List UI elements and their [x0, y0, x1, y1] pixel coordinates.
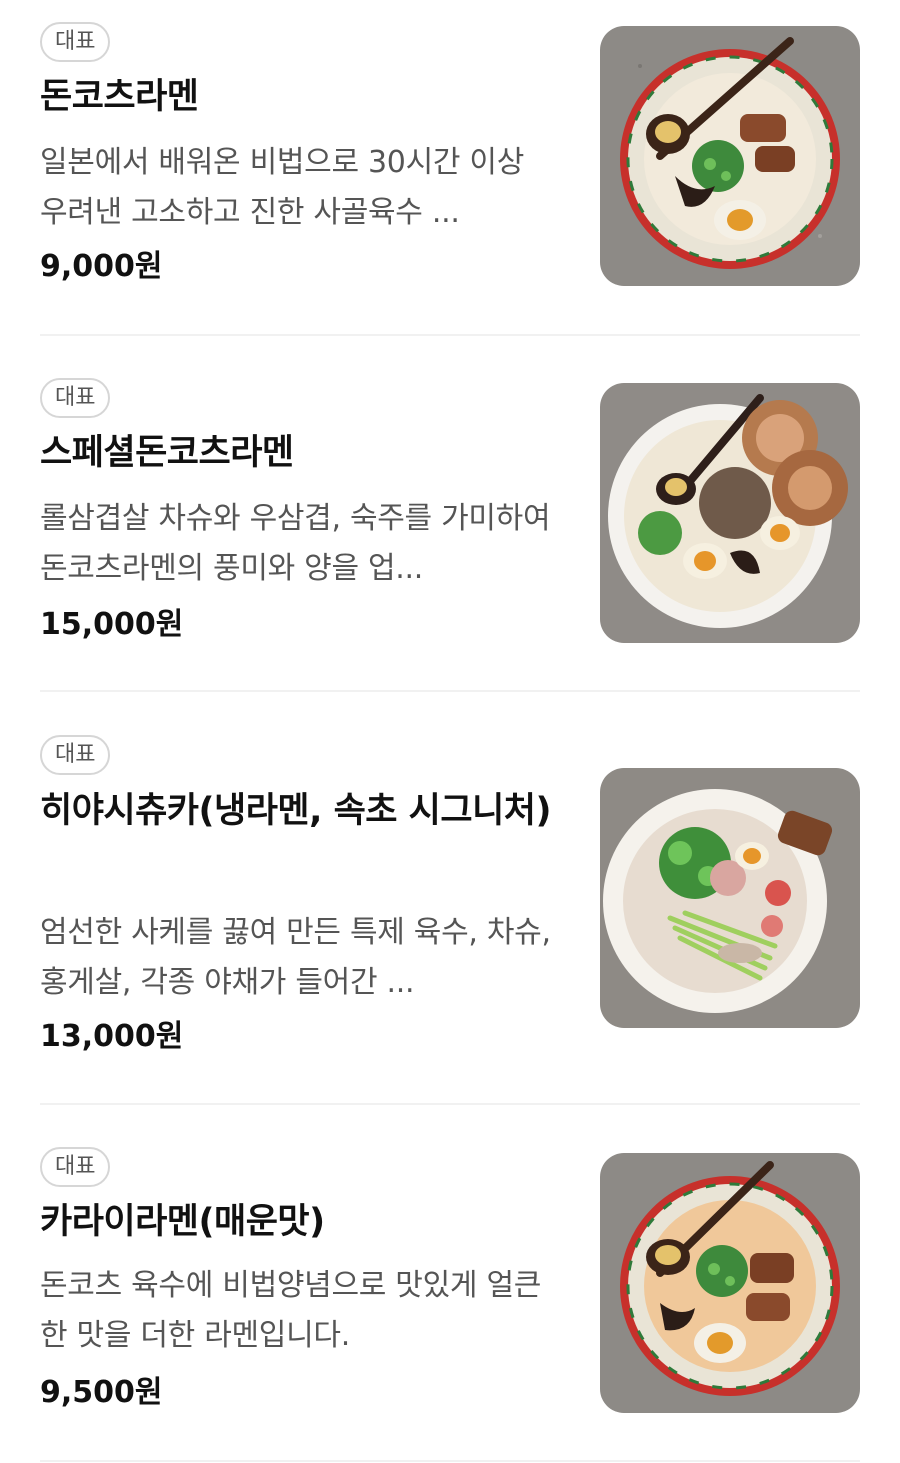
signature-badge: 대표 — [40, 22, 111, 62]
spicy-ramen-bowl-icon[interactable] — [600, 1153, 860, 1413]
special-ramen-bowl-icon[interactable] — [600, 383, 860, 643]
menu-item[interactable]: 대표 스페셜돈코츠라멘 롤삼겹살 차슈와 우삼겹, 숙주를 가미하여 돈코츠라멘… — [0, 378, 900, 678]
menu-item-name: 스페셜돈코츠라멘 — [40, 433, 294, 473]
signature-badge: 대표 — [40, 1147, 111, 1187]
cold-ramen-bowl-icon[interactable] — [600, 768, 860, 1028]
menu-item[interactable]: 대표 카라이라멘(매운맛) 돈코츠 육수에 비법양념으로 맛있게 얼큰한 맛을 … — [0, 1147, 900, 1447]
divider — [40, 334, 860, 336]
tonkotsu-ramen-bowl-icon[interactable] — [600, 26, 860, 286]
menu-item[interactable]: 대표 돈코츠라멘 일본에서 배워온 비법으로 30시간 이상 우려낸 고소하고 … — [0, 22, 900, 322]
menu-item-name: 카라이라멘(매운맛) — [40, 1202, 325, 1242]
menu-item-description: 롤삼겹살 차슈와 우삼겹, 숙주를 가미하여 돈코츠라멘의 풍미와 양을 업..… — [40, 501, 551, 586]
menu-item-price: 9,000원 — [40, 249, 163, 284]
menu-item-description: 엄선한 사케를 끓여 만든 특제 육수, 차슈, 홍게살, 각종 야채가 들어간… — [40, 915, 551, 1000]
divider — [40, 1103, 860, 1105]
menu-item-name: 히야시츄카(냉라멘, 속초 시그니처) — [40, 791, 551, 831]
menu-item-price: 13,000원 — [40, 1019, 184, 1054]
menu-item[interactable]: 대표 히야시츄카(냉라멘, 속초 시그니처) 엄선한 사케를 끓여 만든 특제 … — [0, 735, 900, 1075]
menu-item-description: 일본에서 배워온 비법으로 30시간 이상 우려낸 고소하고 진한 사골육수 .… — [40, 145, 525, 230]
menu-item-description: 돈코츠 육수에 비법양념으로 맛있게 얼큰한 맛을 더한 라멘입니다. — [40, 1268, 542, 1353]
menu-item-price: 9,500원 — [40, 1375, 163, 1410]
menu-item-name: 돈코츠라멘 — [40, 77, 199, 117]
divider — [40, 690, 860, 692]
menu-item-price: 15,000원 — [40, 607, 184, 642]
signature-badge: 대표 — [40, 378, 111, 418]
signature-badge: 대표 — [40, 735, 111, 775]
divider — [40, 1460, 860, 1462]
